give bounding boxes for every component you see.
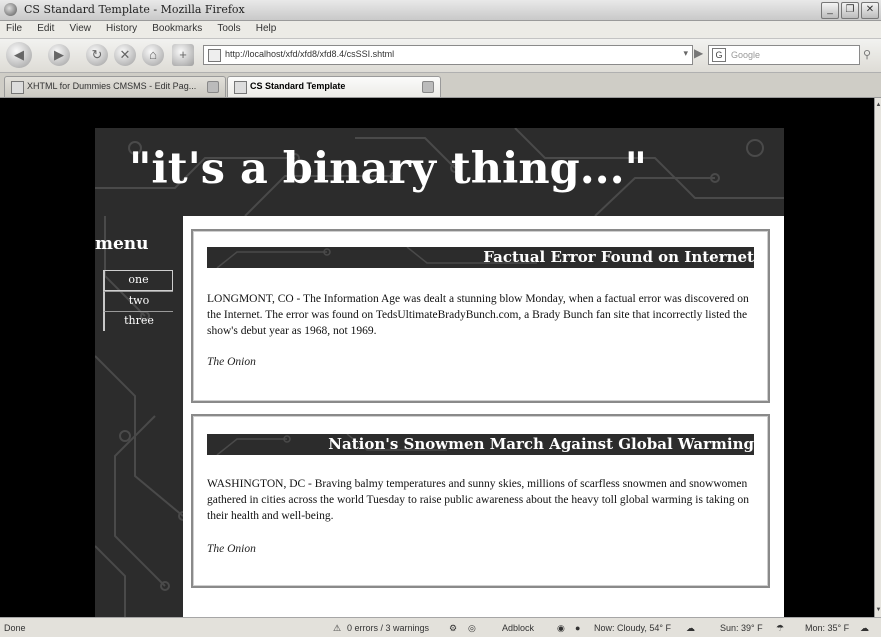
stop-icon[interactable]: ✕ <box>114 44 136 66</box>
site-headline: "it's a binary thing..." <box>129 144 648 194</box>
menu-bar: File Edit View History Bookmarks Tools H… <box>0 21 881 39</box>
tab-label: CS Standard Template <box>250 81 346 91</box>
cloud-icon: ☁ <box>686 623 695 633</box>
search-placeholder: Google <box>731 50 761 60</box>
window-titlebar: CS Standard Template - Mozilla Firefox _… <box>0 0 881 21</box>
adblock-label[interactable]: Adblock <box>502 623 534 633</box>
maximize-icon[interactable]: ❐ <box>841 2 859 19</box>
navigation-toolbar: ◀ ▶ ↻ ✕ ⌂ + http://localhost/xfd/xfd8/xf… <box>0 39 881 73</box>
article-title: Nation's Snowmen March Against Global Wa… <box>328 435 754 453</box>
search-engine-icon[interactable]: G <box>712 48 726 62</box>
reload-icon[interactable]: ↻ <box>86 44 108 66</box>
forward-arrow-icon[interactable]: ▶ <box>48 44 70 66</box>
menu-link-two[interactable]: two <box>103 291 173 311</box>
window-controls: _ ❐ ✕ <box>821 2 879 19</box>
addon-icon[interactable]: ◎ <box>468 623 476 634</box>
article-source: The Onion <box>207 356 256 368</box>
article-title-bar: Nation's Snowmen March Against Global Wa… <box>207 434 754 455</box>
menu-edit[interactable]: Edit <box>31 21 60 34</box>
warning-icon: ⚠ <box>333 623 342 633</box>
url-text[interactable]: http://localhost/xfd/xfd8/xfd8.4/csSSI.s… <box>225 49 394 59</box>
menu-heading: menu <box>95 234 149 254</box>
status-text: Done <box>4 623 26 633</box>
tab-favicon-icon <box>234 81 247 94</box>
scroll-up-icon[interactable]: ▲ <box>875 102 881 108</box>
url-bar[interactable]: http://localhost/xfd/xfd8/xfd8.4/csSSI.s… <box>203 45 693 65</box>
menu-file[interactable]: File <box>0 21 28 34</box>
page-header: "it's a binary thing..." <box>95 128 784 216</box>
tab-xhtml-dummies[interactable]: XHTML for Dummies CMSMS - Edit Pag... <box>4 76 226 97</box>
url-dropdown-icon[interactable]: ▾ <box>683 48 688 59</box>
menu-bookmarks[interactable]: Bookmarks <box>146 21 208 34</box>
main-content: Factual Error Found on Internet LONGMONT… <box>183 216 784 617</box>
weather-icon: ☂ <box>776 623 785 633</box>
addon-icon[interactable]: ● <box>575 623 580 633</box>
page-favicon-icon <box>208 49 221 62</box>
menu-view[interactable]: View <box>63 21 97 34</box>
page-viewport: "it's a binary thing..." menu one two th… <box>0 98 874 617</box>
menu-history[interactable]: History <box>100 21 143 34</box>
addon-icon[interactable]: ◉ <box>557 623 565 634</box>
article-card: Nation's Snowmen March Against Global Wa… <box>191 414 770 588</box>
home-icon[interactable]: ⌂ <box>142 44 164 66</box>
article-title-bar: Factual Error Found on Internet <box>207 247 754 268</box>
sidebar-menu: one two three <box>103 270 173 331</box>
sidebar: menu one two three <box>95 216 183 617</box>
menu-link-one[interactable]: one <box>103 270 173 291</box>
article-body: LONGMONT, CO - The Information Age was d… <box>207 293 749 337</box>
tab-label: XHTML for Dummies CMSMS - Edit Pag... <box>27 81 197 91</box>
vertical-scrollbar[interactable]: ▲ ▼ <box>874 98 881 617</box>
tab-cs-standard-template[interactable]: CS Standard Template <box>227 76 441 97</box>
article-card: Factual Error Found on Internet LONGMONT… <box>191 229 770 403</box>
article-source: The Onion <box>207 543 256 555</box>
firefox-icon <box>4 3 17 16</box>
tab-close-icon[interactable] <box>207 81 219 93</box>
weather-now[interactable]: Now: Cloudy, 54° F <box>594 623 671 633</box>
addon-icon[interactable]: ⚙ <box>449 623 457 634</box>
tab-bar: XHTML for Dummies CMSMS - Edit Pag... CS… <box>0 73 881 98</box>
window-title: CS Standard Template - Mozilla Firefox <box>24 3 245 16</box>
article-title: Factual Error Found on Internet <box>483 248 754 266</box>
menu-tools[interactable]: Tools <box>211 21 246 34</box>
search-icon[interactable]: ⚲ <box>863 48 871 61</box>
menu-help[interactable]: Help <box>250 21 283 34</box>
close-icon[interactable]: ✕ <box>861 2 879 19</box>
tab-favicon-icon <box>11 81 24 94</box>
go-arrow-icon[interactable]: ▶ <box>694 46 703 60</box>
status-bar: Done ⚠ 0 errors / 3 warnings ⚙ ◎ Adblock… <box>0 617 881 637</box>
scroll-down-icon[interactable]: ▼ <box>875 607 881 613</box>
error-count[interactable]: 0 errors / 3 warnings <box>347 623 429 633</box>
new-tab-icon[interactable]: + <box>172 44 194 66</box>
search-box[interactable]: G Google <box>708 45 860 65</box>
tab-close-icon[interactable] <box>422 81 434 93</box>
weather-mon[interactable]: Mon: 35° F <box>805 623 849 633</box>
article-body: WASHINGTON, DC - Braving balmy temperatu… <box>207 478 749 522</box>
menu-link-three[interactable]: three <box>103 311 173 331</box>
weather-sun[interactable]: Sun: 39° F <box>720 623 763 633</box>
minimize-icon[interactable]: _ <box>821 2 839 19</box>
back-arrow-icon[interactable]: ◀ <box>6 42 32 68</box>
cloud-icon: ☁ <box>860 623 869 633</box>
